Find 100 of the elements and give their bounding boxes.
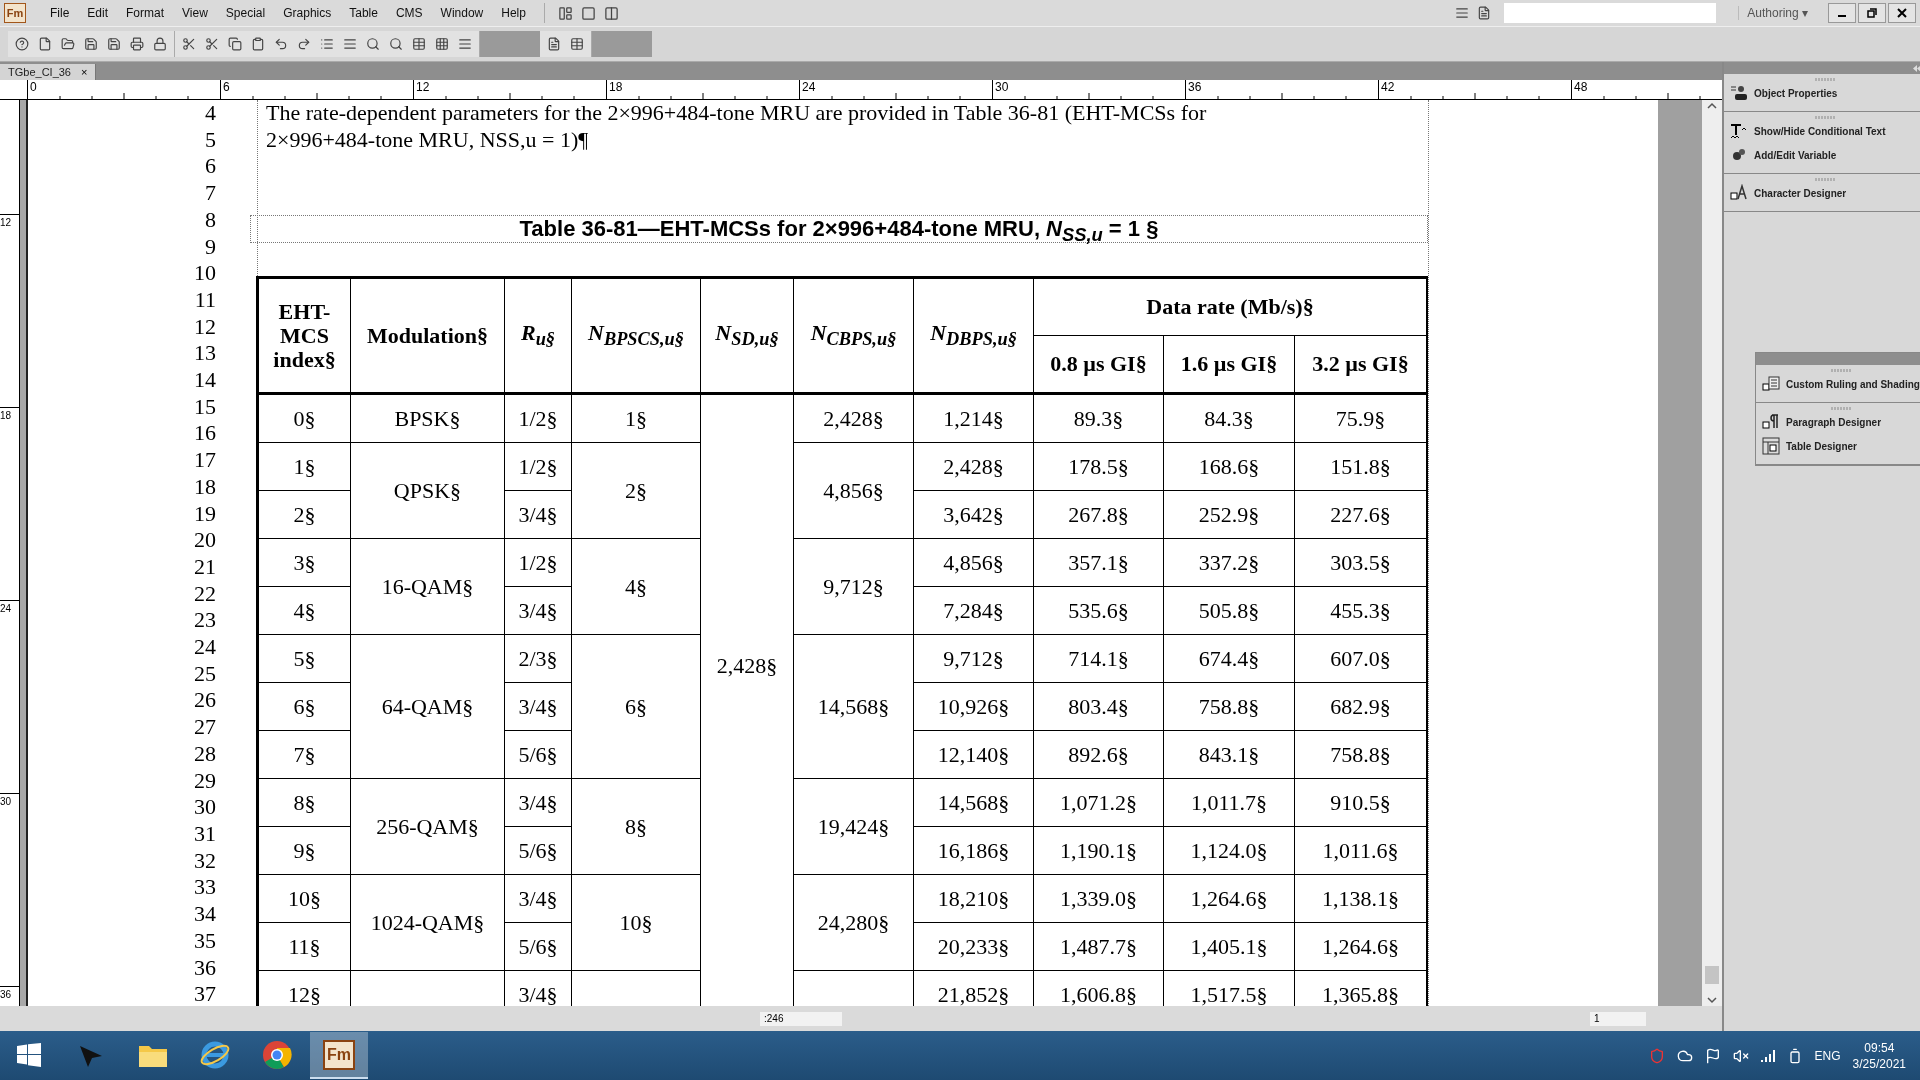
column-header: N$_{CBPS,u§}$	[793, 277, 914, 394]
ruler-number: 48	[1573, 80, 1588, 94]
panel-item[interactable]: Object Properties	[1724, 81, 1920, 105]
table-cell: 3§	[257, 538, 351, 587]
paragraph-designer-icon	[1762, 413, 1780, 431]
menu-item[interactable]: View	[174, 6, 216, 20]
table-cell: 4,856§	[913, 538, 1034, 587]
line-number: 33	[193, 874, 216, 902]
close-button[interactable]	[1888, 3, 1916, 23]
line-number: 28	[193, 740, 216, 768]
ruler-number: 12	[415, 80, 430, 94]
table-cell: 12,140§	[913, 730, 1034, 779]
table-cell: 2,428§	[913, 442, 1034, 491]
clock[interactable]: 09:54 3/25/2021	[1852, 1039, 1906, 1072]
panel-item[interactable]: Paragraph Designer	[1756, 410, 1920, 434]
column-header: R$_{u§}$	[504, 277, 572, 394]
menu-item[interactable]: Table	[341, 6, 386, 20]
table-cell: 1,214§	[913, 393, 1034, 443]
document-tab[interactable]: TGbe_CI_36 ×	[0, 64, 97, 80]
table-cell: 9,712§	[793, 538, 914, 635]
ruler-number: 24	[801, 80, 816, 94]
menu-item[interactable]: File	[42, 6, 78, 20]
table-cell: 2/3§	[504, 634, 572, 683]
menu-item[interactable]: CMS	[387, 6, 431, 20]
line-number: 20	[193, 527, 216, 554]
table-cell: 19,424§	[793, 778, 914, 875]
table-cell: 337.2§	[1163, 538, 1295, 587]
close-tab-button[interactable]: ×	[81, 66, 88, 78]
app-logo: Fm	[4, 3, 26, 23]
line-number: 10	[193, 260, 216, 287]
table-cell: 1,124.0§	[1163, 826, 1295, 875]
clock-date: 3/25/2021	[1852, 1055, 1906, 1072]
table-cell: 16,186§	[913, 826, 1034, 875]
panel-item[interactable]: Add/Edit Variable	[1724, 143, 1920, 167]
taskbar-app[interactable]: Fm	[310, 1032, 368, 1079]
ruler-number: 24	[0, 603, 12, 614]
line-number: 19	[193, 500, 216, 528]
workspace-dropdown[interactable]: Authoring ▾	[1738, 6, 1826, 20]
language-indicator[interactable]: ENG	[1814, 1048, 1841, 1063]
table-cell: 1,071.2§	[1033, 778, 1164, 827]
table-cell: 89.3§	[1033, 393, 1164, 443]
table-cell: 7,284§	[913, 586, 1034, 635]
minimize-icon	[1838, 15, 1846, 17]
line-number: 37	[193, 981, 216, 1006]
table-cell: 1,405.1§	[1163, 922, 1295, 971]
table-cell: 1,190.1§	[1033, 826, 1164, 875]
table-cell: 803.4§	[1033, 682, 1164, 731]
table-cell: 3/4§	[504, 874, 572, 923]
line-number: 34	[193, 901, 216, 928]
panel-item[interactable]: Character Designer	[1724, 181, 1920, 205]
table-cell: 24,280§	[793, 874, 914, 971]
table-cell: 1§	[257, 442, 351, 491]
line-number: 22	[193, 580, 216, 608]
line-number: 30	[193, 794, 216, 821]
ruler-number: 36	[1187, 80, 1202, 94]
menu-item[interactable]: Edit	[79, 6, 117, 20]
scroll-down-icon[interactable]	[1706, 994, 1718, 1006]
table-cell: 535.6§	[1033, 586, 1164, 635]
line-number: 15	[193, 393, 216, 421]
menu-item[interactable]: Graphics	[275, 6, 340, 20]
restore-button[interactable]	[1858, 3, 1886, 23]
line-number: 11	[193, 286, 216, 314]
line-number: 23	[193, 607, 216, 635]
speaker-muted-icon	[1732, 1047, 1749, 1064]
table-cell: 357.1§	[1033, 538, 1164, 587]
table-cell: 505.8§	[1163, 586, 1295, 635]
table-cell: 892.6§	[1033, 730, 1164, 779]
panel-item[interactable]: Table Designer	[1756, 434, 1920, 458]
panel-item[interactable]: Show/Hide Conditional Text	[1724, 119, 1920, 143]
toolbar-panel	[480, 31, 540, 57]
line-number: 6	[204, 153, 216, 181]
minimize-button[interactable]	[1828, 3, 1856, 23]
object-properties-icon	[1730, 84, 1748, 102]
page-field[interactable]: 1	[1590, 1011, 1646, 1026]
menu-item[interactable]: Help	[493, 6, 534, 20]
scroll-thumb[interactable]	[1705, 966, 1719, 984]
menu-item[interactable]: Special	[217, 6, 274, 20]
browser-icon	[200, 1039, 230, 1070]
table-cell: 1/2§	[504, 538, 572, 587]
table-cell: 9,712§	[913, 634, 1034, 683]
table-cell: 3,642§	[913, 490, 1034, 539]
column-header: 0.8 µs GI§	[1033, 335, 1164, 394]
line-number: 4	[204, 100, 216, 127]
scrollbar[interactable]	[1702, 100, 1722, 1006]
table-cell: 20,233§	[913, 922, 1034, 971]
line-number: 5	[204, 126, 216, 154]
line-number: 32	[193, 847, 216, 875]
line-number: 17	[193, 447, 216, 474]
toolbar-panel	[592, 31, 652, 57]
ruler-number: 6	[222, 80, 230, 94]
search-field[interactable]	[1504, 3, 1717, 23]
table-cell: 843.1§	[1163, 730, 1295, 779]
menu-item[interactable]: Window	[432, 6, 492, 20]
table-cell: 10,926§	[913, 682, 1034, 731]
menu-item[interactable]: Format	[118, 6, 173, 20]
panel-item[interactable]: Custom Ruling and Shading	[1756, 372, 1920, 396]
line-number: 9	[204, 233, 216, 261]
column-header: Modulation§	[350, 277, 505, 394]
table-cell: 1,011.7§	[1163, 778, 1295, 827]
table-cell: 1/2§	[504, 442, 572, 491]
